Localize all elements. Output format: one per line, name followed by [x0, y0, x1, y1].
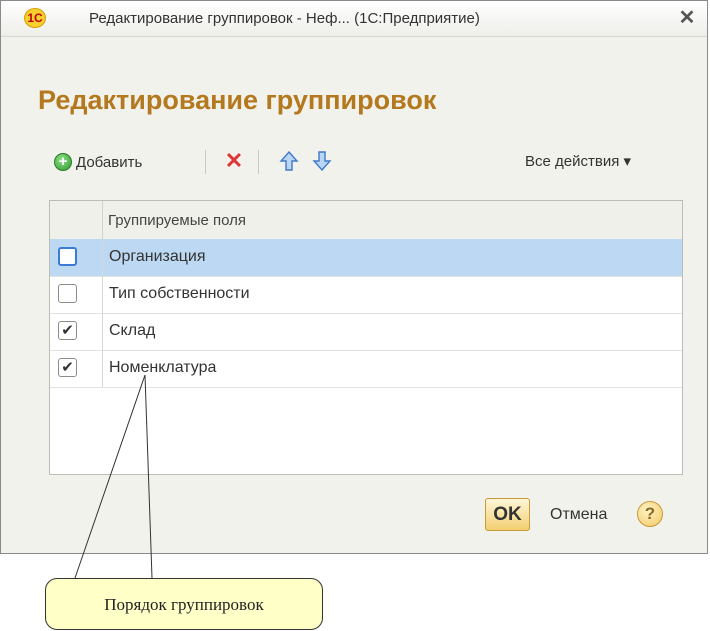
- callout-note: Порядок группировок: [45, 578, 323, 630]
- callout-pointer: [74, 374, 153, 579]
